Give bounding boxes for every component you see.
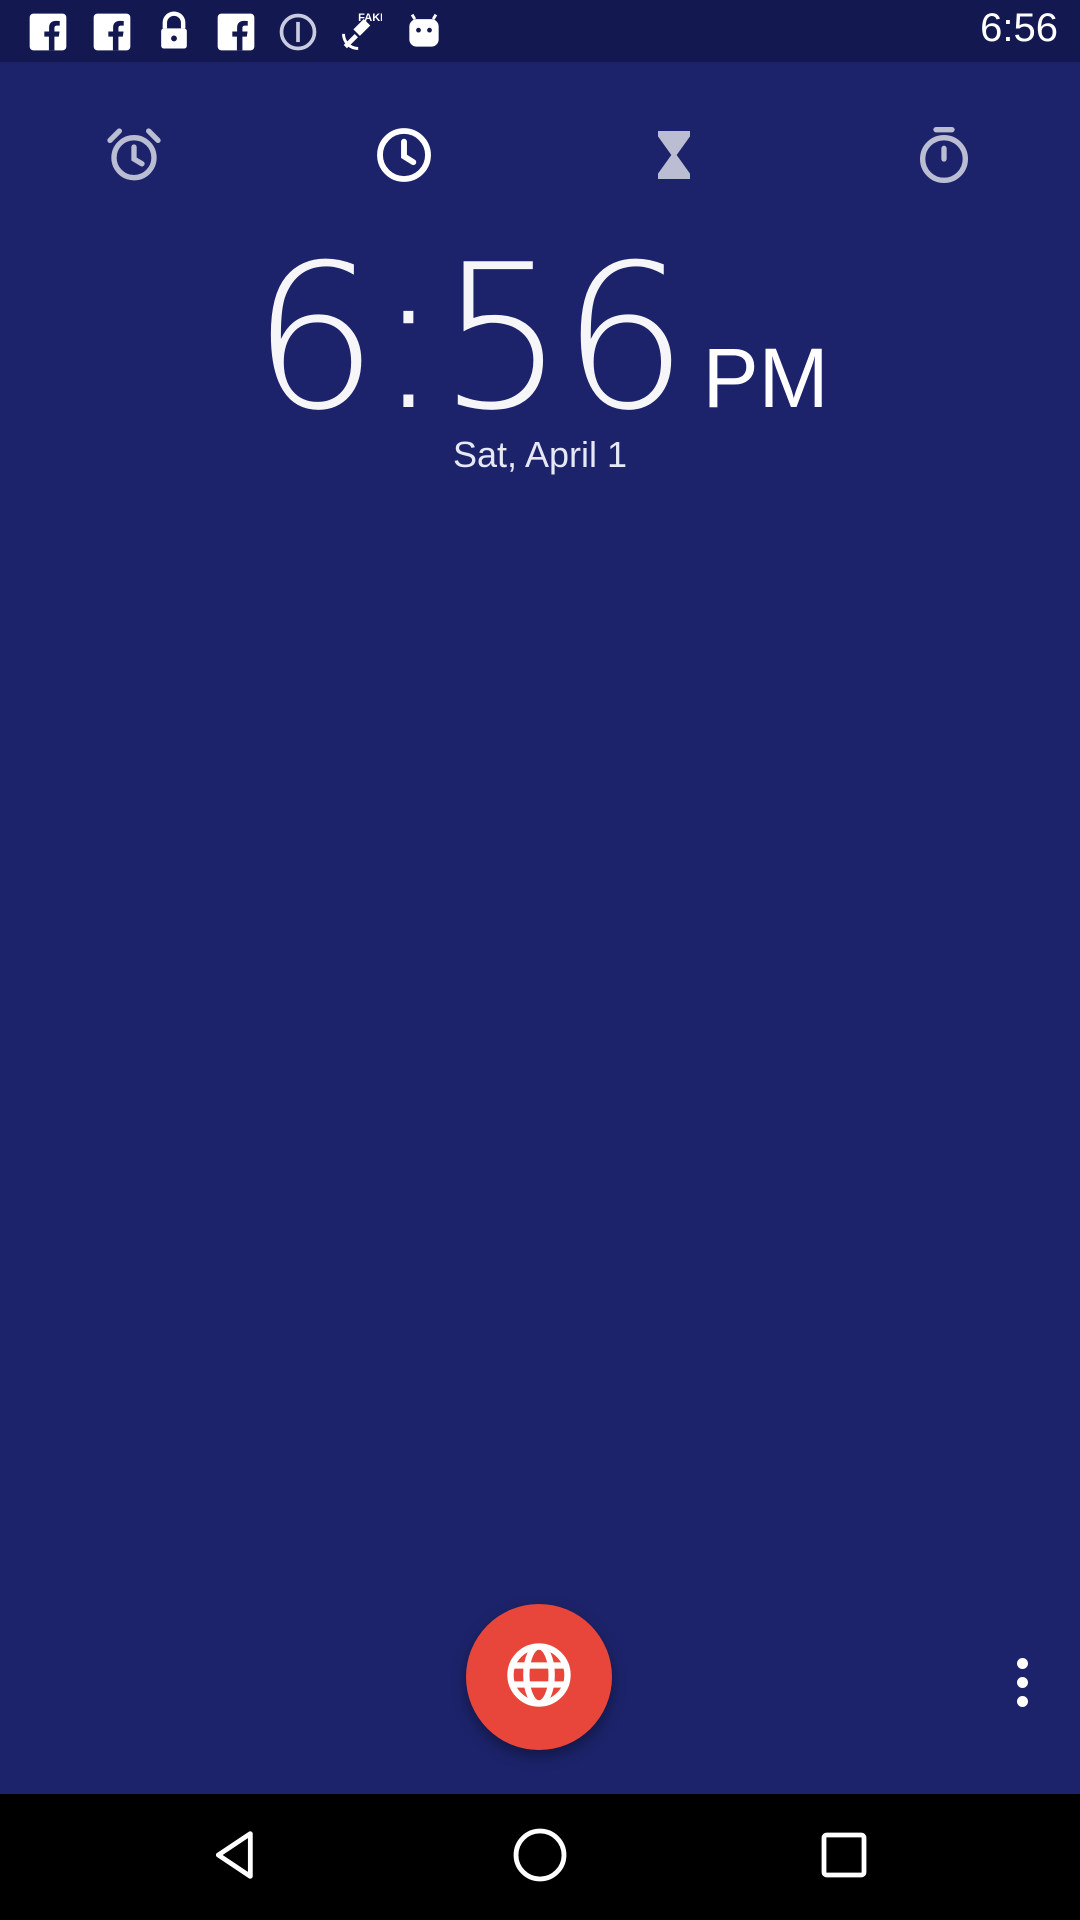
digital-clock: 6:56 PM bbox=[0, 222, 1080, 455]
back-icon bbox=[205, 1823, 269, 1892]
clock-app: 6:56 PM Sat, April 1 bbox=[0, 62, 1080, 1794]
tab-alarm[interactable] bbox=[74, 94, 194, 220]
tab-timer[interactable] bbox=[614, 94, 734, 220]
world-clock-button[interactable] bbox=[466, 1604, 612, 1750]
home-button[interactable] bbox=[505, 1822, 575, 1892]
clock-icon bbox=[372, 123, 436, 192]
status-time: 6:56 bbox=[980, 6, 1058, 50]
lock-icon bbox=[152, 10, 196, 54]
alarm-icon bbox=[102, 123, 166, 192]
android-icon bbox=[402, 10, 446, 54]
facebook-icon bbox=[90, 10, 134, 54]
home-icon bbox=[508, 1823, 572, 1892]
svg-text:FAKE: FAKE bbox=[358, 12, 382, 24]
clock-ampm: PM bbox=[702, 331, 829, 425]
tab-clock[interactable] bbox=[344, 94, 464, 220]
globe-icon bbox=[501, 1637, 577, 1718]
more-vert-icon bbox=[1016, 1657, 1028, 1707]
fake-gps-icon: FAKE bbox=[338, 10, 388, 54]
stopwatch-icon bbox=[912, 123, 976, 192]
back-button[interactable] bbox=[202, 1822, 272, 1892]
clock-time: 6:56 bbox=[251, 222, 688, 455]
recents-button[interactable] bbox=[809, 1822, 879, 1892]
navigation-bar bbox=[0, 1794, 1080, 1920]
clock-date: Sat, April 1 bbox=[452, 434, 628, 475]
tab-stopwatch[interactable] bbox=[884, 94, 1004, 220]
status-bar: FAKE 6:56 bbox=[0, 0, 1080, 62]
hourglass-icon bbox=[642, 123, 706, 192]
info-icon bbox=[276, 10, 320, 54]
more-options-button[interactable] bbox=[996, 1644, 1048, 1720]
facebook-icon bbox=[26, 10, 70, 54]
facebook-icon bbox=[214, 10, 258, 54]
recents-icon bbox=[812, 1823, 876, 1892]
